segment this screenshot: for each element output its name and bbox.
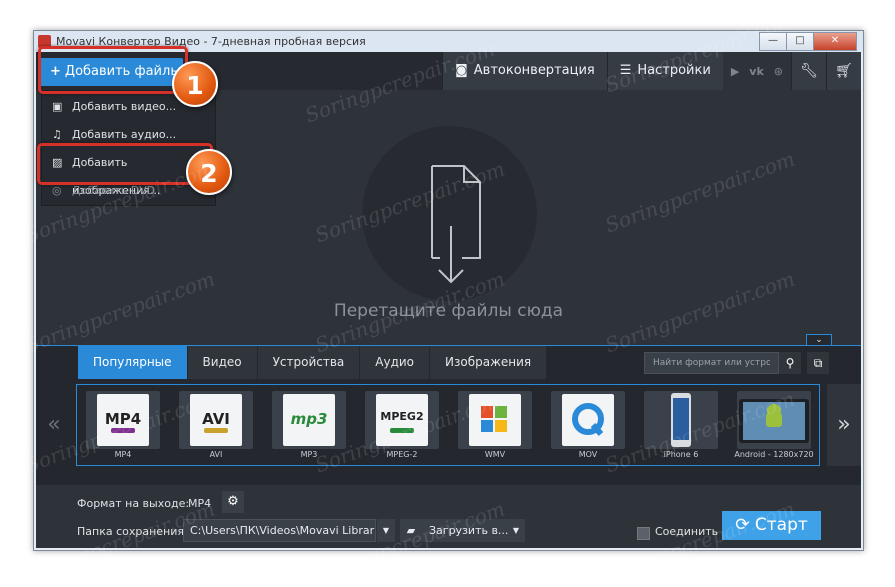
drop-zone[interactable] [362, 126, 537, 301]
tab-audio[interactable]: Аудио [360, 346, 431, 379]
youtube-icon[interactable]: ▶ [731, 65, 739, 78]
logo-underline [204, 428, 228, 433]
wrench-icon[interactable]: 🔧︎ [791, 52, 826, 90]
menu-icon: ☰ [619, 63, 632, 78]
quicktime-logo-icon [562, 394, 614, 446]
preset-icon: MPEG2 [365, 391, 439, 449]
preset-mov[interactable]: MOV [545, 389, 631, 461]
tab-images[interactable]: Изображения [430, 346, 548, 379]
close-button[interactable]: ✕ [813, 32, 857, 51]
mp4-file-icon: MP4 [97, 394, 149, 446]
format-tabs: Популярные Видео Устройства Аудио Изобра… [78, 346, 548, 379]
social-links: ▶ vk ⊛ [722, 52, 791, 90]
tab-popular[interactable]: Популярные [78, 346, 188, 379]
preset-mp4[interactable]: MP4 MP4 [80, 389, 166, 461]
document-icon [431, 165, 481, 284]
preset-logo: MPEG2 [380, 410, 424, 423]
preset-iphone6[interactable]: iPhone 6 [638, 389, 724, 461]
prev-presets-button[interactable]: « [36, 384, 72, 466]
tab-video[interactable]: Видео [187, 346, 258, 379]
upload-label: Загрузить в... [429, 524, 509, 537]
avi-file-icon: AVI [190, 394, 242, 446]
preset-avi[interactable]: AVI AVI [173, 389, 259, 461]
preset-android[interactable]: Android - 1280x720 [731, 389, 817, 461]
preset-list: MP4 MP4 AVI AVI mp3 MP3 MPEG2 MPEG-2 WMV… [76, 384, 820, 466]
dribbble-icon[interactable]: ⊛ [774, 65, 783, 78]
format-panel: Популярные Видео Устройства Аудио Изобра… [36, 345, 861, 486]
preset-label: iPhone 6 [663, 450, 699, 459]
highlight-add-files [38, 46, 188, 94]
callout-badge-2: 2 [186, 149, 232, 195]
chevron-down-icon: ▼ [512, 526, 519, 535]
drop-hint: Перетащите файлы сюда [333, 301, 564, 321]
preset-label: MPEG-2 [386, 450, 418, 459]
preset-label: Android - 1280x720 [734, 450, 814, 459]
logo-underline [111, 428, 135, 433]
preset-label: WMV [484, 450, 506, 459]
android-tablet-icon [739, 399, 809, 443]
preset-logo: MP4 [104, 410, 142, 428]
preset-mp3[interactable]: mp3 MP3 [266, 389, 352, 461]
maximize-button[interactable]: □ [786, 32, 814, 51]
preset-icon: AVI [179, 391, 253, 449]
autoconvert-label: Автоконвертация [473, 63, 595, 78]
app-window: Movavi Конвертер Видео - 7-дневная пробн… [33, 30, 864, 551]
toolbar-right: ◙ Автоконвертация ☰ Настройки ▶ vk ⊛ 🔧︎ 🛒︎ [442, 52, 861, 90]
quicktime-q-icon [572, 403, 604, 436]
search-icon[interactable]: ⚲ [779, 352, 801, 374]
preset-logo: mp3 [290, 410, 328, 428]
autoconvert-button[interactable]: ◙ Автоконвертация [442, 52, 607, 90]
upload-to-button[interactable]: Загрузить в... ▼ [417, 519, 525, 542]
menu-item-label: Добавить видео... [72, 100, 177, 113]
preset-icon [458, 391, 532, 449]
preset-icon [551, 391, 625, 449]
minimize-button[interactable]: — [759, 32, 787, 51]
preset-wmv[interactable]: WMV [452, 389, 538, 461]
mpeg2-file-icon: MPEG2 [376, 394, 428, 446]
tab-devices[interactable]: Устройства [257, 346, 361, 379]
save-folder-label: Папка сохранения: [77, 525, 188, 538]
preset-icon: mp3 [272, 391, 346, 449]
output-format-label: Формат на выходе: [77, 497, 190, 510]
window-controls: — □ ✕ [759, 32, 857, 51]
menu-item-label: Добавить аудио... [72, 128, 177, 141]
callout-badge-1: 1 [172, 61, 218, 107]
start-button[interactable]: ⟳ Старт [722, 511, 821, 540]
folder-dropdown-icon[interactable]: ▼ [376, 519, 395, 542]
windows-logo-icon [469, 394, 521, 446]
preset-label: MOV [578, 450, 598, 459]
format-search-input[interactable] [645, 353, 778, 373]
cart-icon[interactable]: 🛒︎ [826, 52, 861, 90]
mp3-file-icon: mp3 [283, 394, 335, 446]
preset-icon: MP4 [86, 391, 160, 449]
join-label: Соединить [655, 525, 719, 538]
preset-logo: AVI [202, 410, 230, 428]
gear-icon[interactable]: ⚙ [222, 491, 244, 513]
preset-icon [644, 391, 718, 449]
preset-label: MP4 [114, 450, 132, 459]
menu-item-label: Добавить DVD [72, 184, 156, 197]
iphone-icon [671, 393, 691, 447]
refresh-icon: ⟳ [735, 515, 750, 535]
settings-label: Настройки [637, 63, 711, 78]
preset-label: MP3 [300, 450, 318, 459]
footer: Формат на выходе: MP4 ⚙ Папка сохранения… [36, 485, 861, 548]
windows-flag-icon [481, 406, 507, 432]
settings-button[interactable]: ☰ Настройки [606, 52, 723, 90]
next-presets-button[interactable]: » [827, 384, 861, 466]
join-checkbox[interactable] [637, 527, 650, 540]
preset-icon [737, 391, 811, 449]
app-body: + Добавить файлы ◙ Автоконвертация ☰ Настро… [36, 52, 861, 548]
save-folder-field[interactable]: C:\Users\ПК\Videos\Movavi Librar [183, 519, 376, 542]
camera-icon: ◙ [455, 63, 468, 78]
output-format-value: MP4 [188, 497, 212, 510]
format-search [644, 352, 779, 374]
preset-mpeg2[interactable]: MPEG2 MPEG-2 [359, 389, 445, 461]
vk-icon[interactable]: vk [749, 65, 764, 78]
logo-underline [390, 428, 414, 433]
preset-label: AVI [209, 450, 223, 459]
scan-device-icon[interactable]: ⧉ [807, 352, 829, 374]
film-icon: ▣ [52, 100, 63, 113]
start-label: Старт [754, 515, 808, 535]
